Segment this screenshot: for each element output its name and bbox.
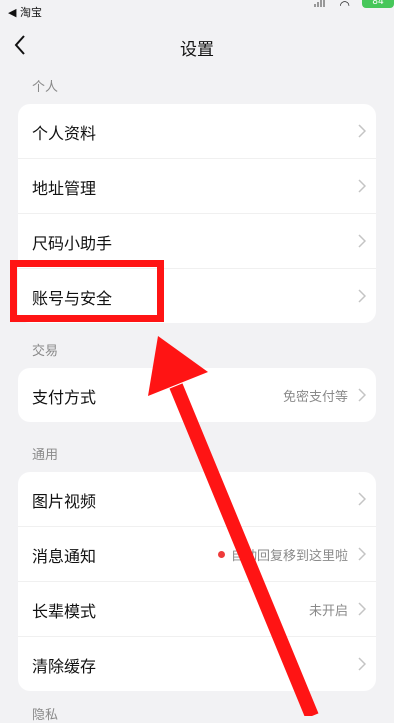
- notification-dot: [218, 551, 225, 558]
- settings-item-label: 图片视频: [32, 492, 97, 511]
- card-trade: 支付方式 免密支付等: [18, 368, 376, 422]
- battery-indicator: 84: [362, 0, 394, 8]
- settings-item-profile[interactable]: 个人资料: [18, 104, 376, 159]
- settings-item-label: 消息通知: [32, 547, 97, 566]
- settings-item-label: 清除缓存: [32, 657, 97, 676]
- settings-item-label: 尺码小助手: [32, 234, 113, 253]
- nav-bar: 设置: [0, 28, 394, 62]
- settings-item-elder-mode[interactable]: 长辈模式 未开启: [18, 582, 376, 637]
- settings-item-notifications[interactable]: 消息通知 自动回复移到这里啦: [18, 527, 376, 582]
- section-label-general: 通用: [32, 448, 59, 463]
- settings-item-label: 地址管理: [32, 179, 97, 198]
- page-title: 设置: [180, 40, 214, 60]
- chevron-right-icon: [358, 123, 367, 138]
- wifi-icon: ◠: [339, 0, 350, 12]
- settings-item-label: 长辈模式: [32, 602, 97, 621]
- signal-icon: [314, 0, 326, 7]
- chevron-right-icon: [358, 546, 367, 561]
- settings-item-label: 支付方式: [32, 388, 97, 407]
- chevron-right-icon: [358, 601, 367, 616]
- settings-item-value: 自动回复移到这里啦: [230, 549, 348, 564]
- chevron-right-icon: [358, 656, 367, 671]
- settings-item-clear-cache[interactable]: 清除缓存: [18, 637, 376, 691]
- chevron-right-icon: [358, 288, 367, 303]
- chevron-right-icon: [358, 387, 367, 402]
- settings-item-value: 免密支付等: [282, 390, 348, 405]
- section-label-personal: 个人: [32, 80, 59, 95]
- card-general: 图片视频 消息通知 自动回复移到这里啦 长辈模式 未开启 清除缓存: [18, 472, 376, 691]
- settings-item-payment[interactable]: 支付方式 免密支付等: [18, 368, 376, 422]
- chevron-right-icon: [358, 233, 367, 248]
- settings-item-label: 个人资料: [32, 124, 97, 143]
- chevron-right-icon: [358, 178, 367, 193]
- chevron-right-icon: [358, 491, 367, 506]
- section-label-privacy: 隐私: [32, 708, 59, 723]
- settings-item-value: 未开启: [308, 604, 348, 619]
- back-to-app-link[interactable]: ◀ 淘宝: [8, 4, 42, 20]
- status-bar: ◀ 淘宝 ◠ 84: [0, 0, 394, 24]
- settings-item-media[interactable]: 图片视频: [18, 472, 376, 527]
- settings-item-address[interactable]: 地址管理: [18, 159, 376, 214]
- section-label-trade: 交易: [32, 344, 59, 359]
- annotation-highlight-box: [10, 260, 164, 322]
